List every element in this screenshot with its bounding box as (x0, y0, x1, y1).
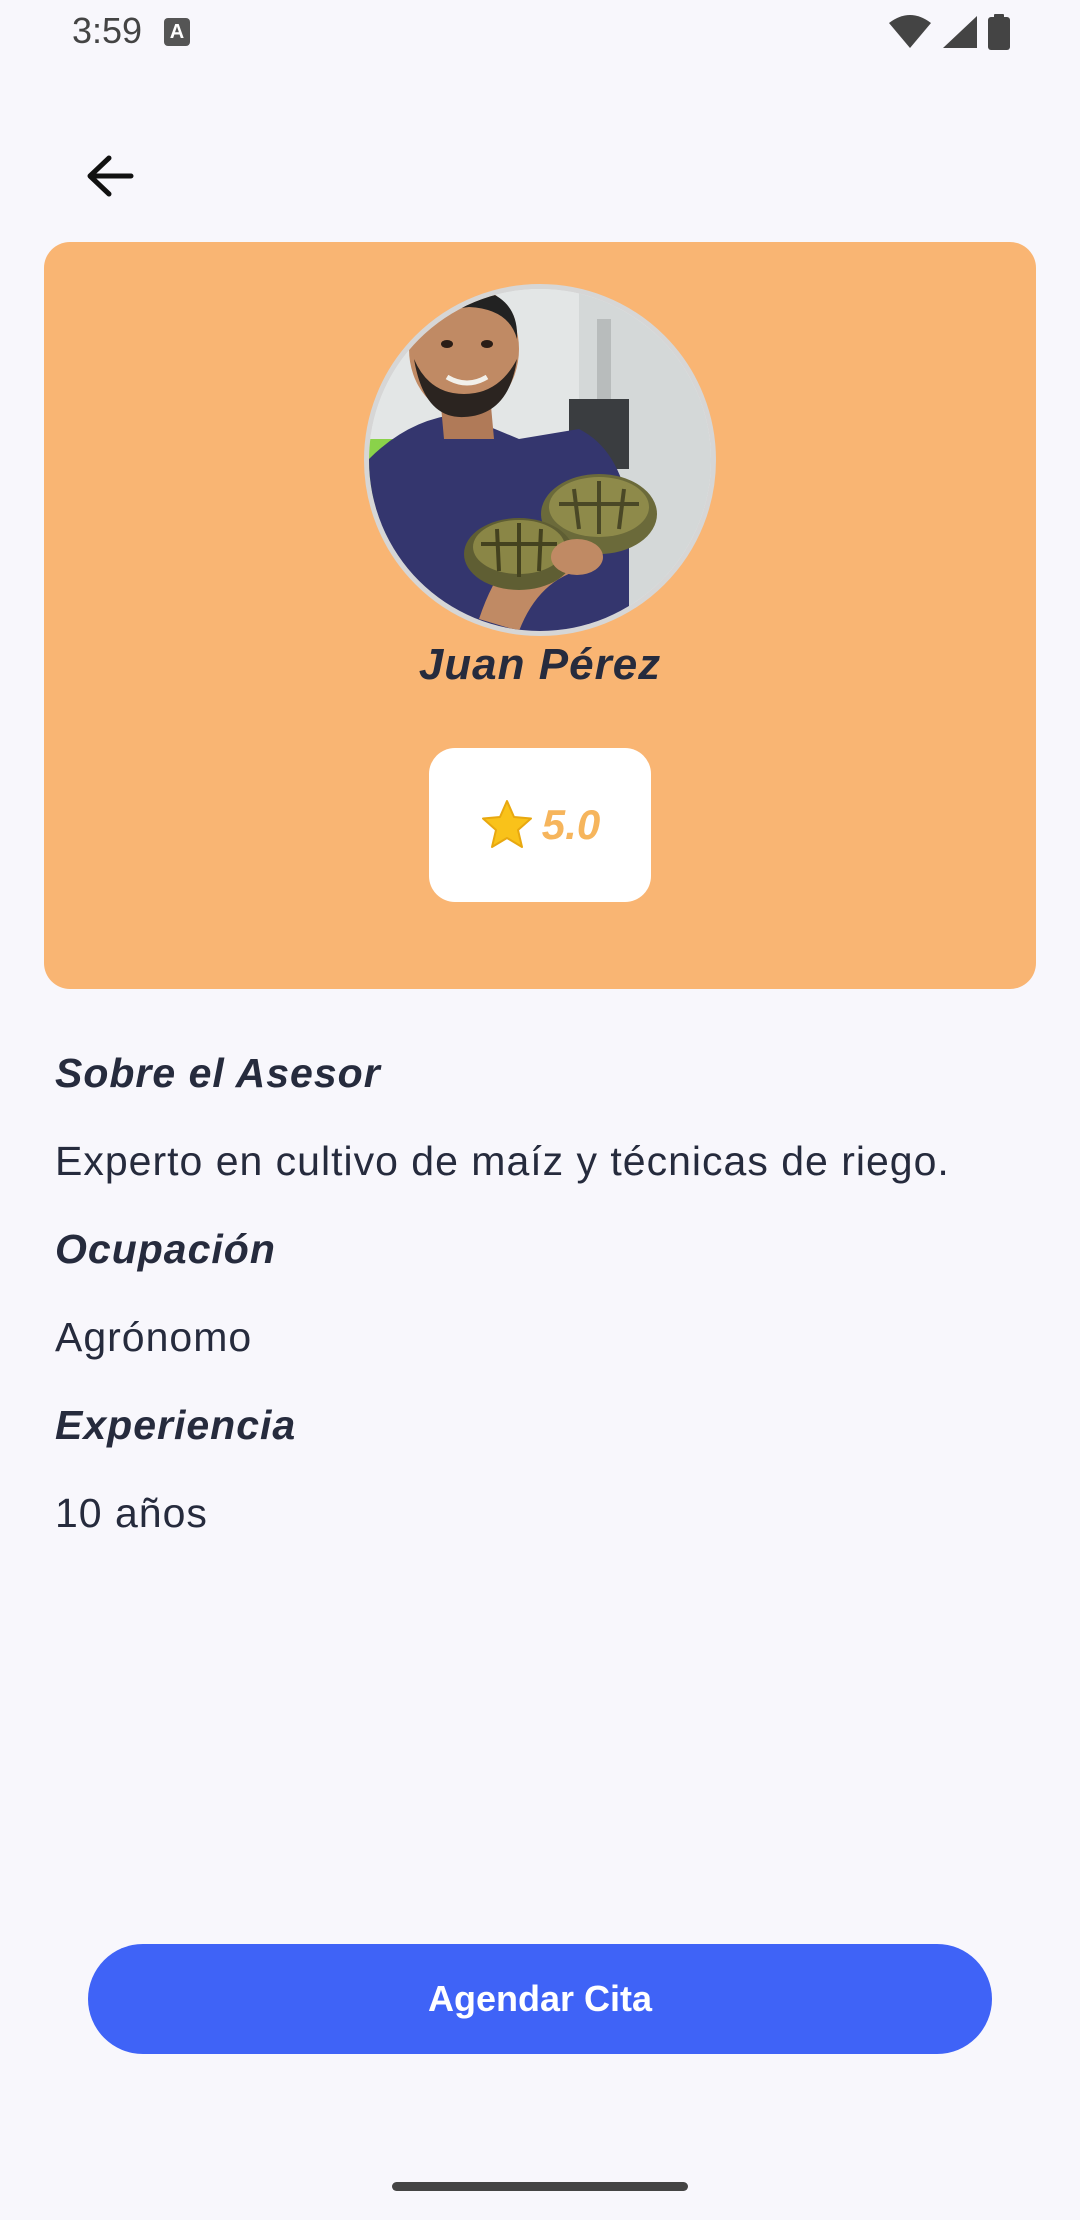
home-indicator[interactable] (392, 2182, 688, 2191)
battery-icon (988, 14, 1010, 50)
star-icon (481, 800, 532, 848)
experience-text: 10 años (55, 1490, 208, 1536)
experience-heading: Experiencia (55, 1402, 297, 1448)
signal-icon (943, 16, 977, 48)
advisor-photo-image (369, 289, 711, 631)
text-a-icon: A (164, 18, 190, 46)
rating-badge: 5.0 (429, 748, 651, 902)
arrow-left-icon (87, 155, 134, 197)
profile-card: Juan Pérez 5.0 (44, 242, 1036, 989)
advisor-photo (364, 284, 716, 636)
rating-value: 5.0 (541, 801, 601, 848)
about-text: Experto en cultivo de maíz y técnicas de… (55, 1138, 950, 1184)
status-time: 3:59 (72, 10, 143, 51)
schedule-appointment-button[interactable]: Agendar Cita (88, 1944, 992, 2054)
status-icons (888, 14, 1010, 50)
wifi-icon (889, 15, 931, 48)
about-heading: Sobre el Asesor (55, 1050, 381, 1096)
occupation-text: Agrónomo (55, 1314, 253, 1360)
back-button[interactable] (70, 140, 150, 212)
advisor-detail-screen: 3:59 A Juan Pérez 5.0 Sobre el Asesor Ex… (0, 0, 1080, 2220)
advisor-name: Juan Pérez (418, 640, 662, 689)
occupation-heading: Ocupación (55, 1226, 276, 1272)
status-bar: 3:59 A (0, 0, 1080, 64)
